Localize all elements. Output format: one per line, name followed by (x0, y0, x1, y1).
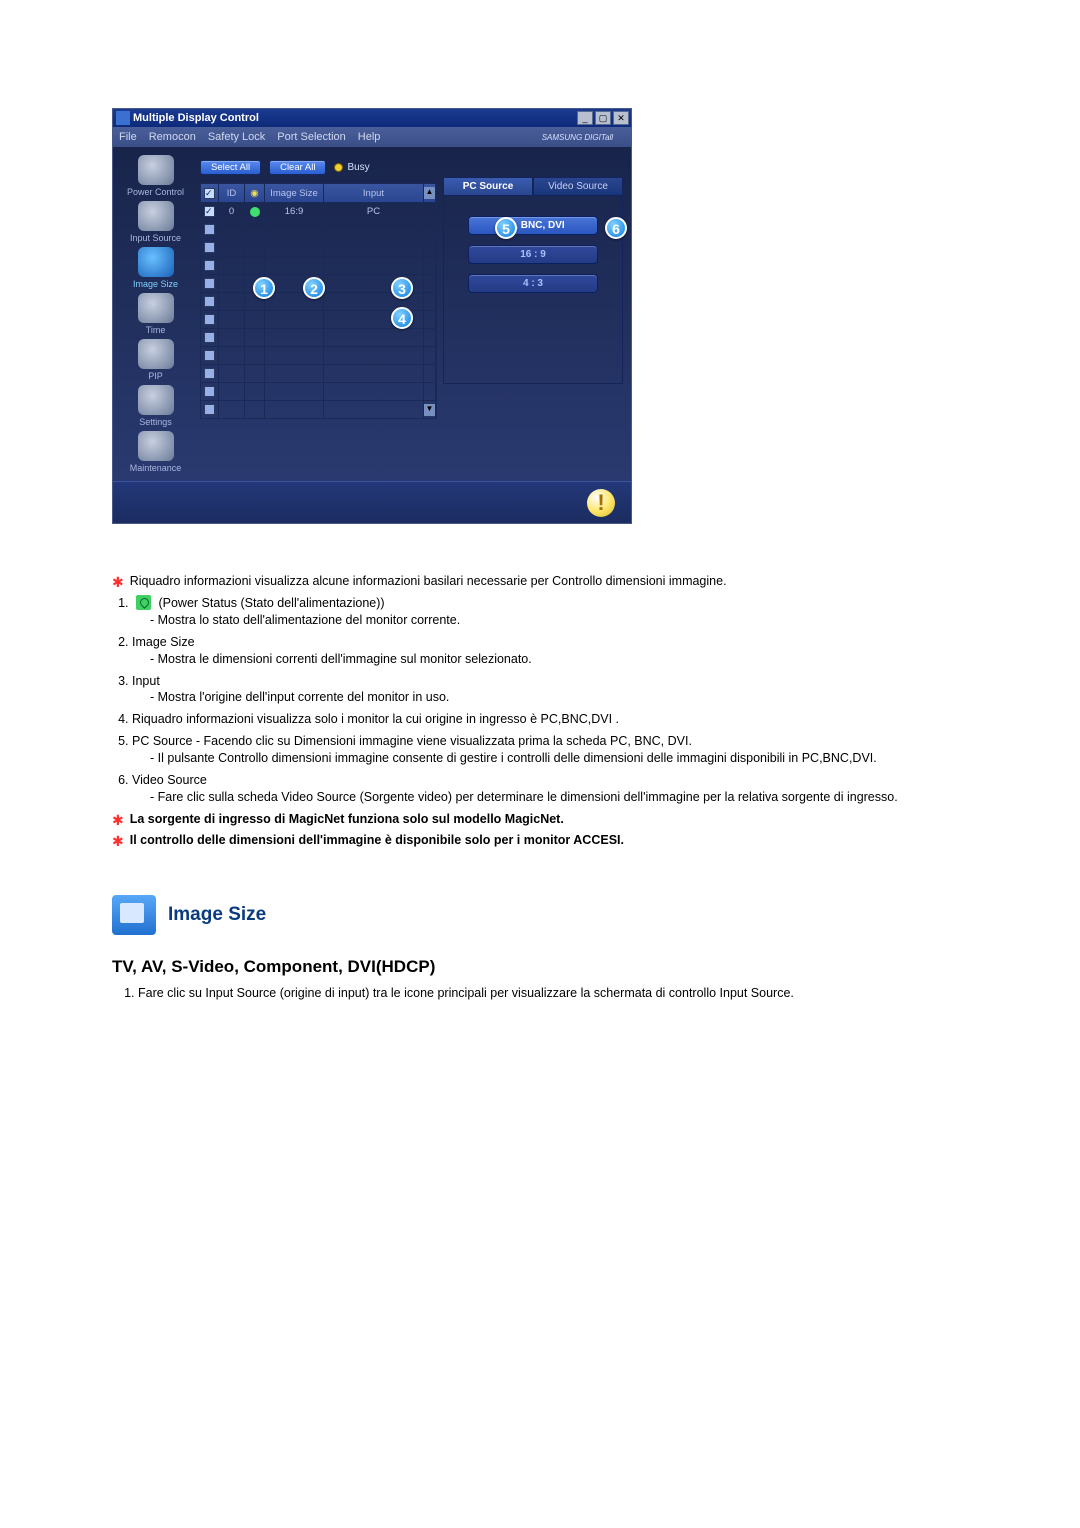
table-row (200, 329, 437, 347)
row-input: PC (324, 203, 424, 220)
row-status-icon (245, 203, 265, 220)
menu-portselection[interactable]: Port Selection (277, 131, 345, 143)
menu-file[interactable]: File (119, 131, 137, 143)
warning-icon: ! (587, 489, 615, 517)
pc-source-panel: PC, BNC, DVI 16 : 9 4 : 3 (443, 196, 623, 384)
marker-1: 1 (253, 277, 275, 299)
tab-video-source[interactable]: Video Source (533, 177, 623, 196)
marker-6: 6 (605, 217, 627, 239)
pip-icon (138, 339, 174, 369)
sidebar-item-time[interactable]: Time (120, 293, 192, 335)
sidebar-item-maintenance[interactable]: Maintenance (120, 431, 192, 473)
pill-16-9[interactable]: 16 : 9 (468, 245, 598, 264)
list-item: (Power Status (Stato dell'alimentazione)… (132, 595, 1010, 629)
select-all-button[interactable]: Select All (200, 160, 261, 175)
note-intro: ✱ Riquadro informazioni visualizza alcun… (112, 574, 1010, 592)
window-title: Multiple Display Control (133, 112, 577, 124)
marker-3: 3 (391, 277, 413, 299)
numbered-list-2: Fare clic su Input Source (origine di in… (112, 985, 1010, 1003)
pill-4-3[interactable]: 4 : 3 (468, 274, 598, 293)
brand-label: SAMSUNG DIGITall (542, 133, 613, 142)
list-item: Riquadro informazioni visualizza solo i … (132, 711, 1010, 728)
tab-pc-source[interactable]: PC Source (443, 177, 533, 196)
status-bar: ! (113, 481, 631, 523)
scroll-down-button[interactable]: ▼ (424, 401, 436, 418)
header-image-size: Image Size (265, 184, 324, 202)
row-checkbox[interactable] (204, 206, 215, 217)
table-row: ▼ (200, 401, 437, 419)
app-icon (116, 111, 130, 125)
list-item: PC Source - Facendo clic su Dimensioni i… (132, 733, 1010, 767)
section-subtitle: TV, AV, S-Video, Component, DVI(HDCP) (112, 957, 1010, 977)
sidebar-item-image-size[interactable]: Image Size (120, 247, 192, 289)
table-row (200, 221, 437, 239)
time-icon (138, 293, 174, 323)
pill-header[interactable]: PC, BNC, DVI (468, 216, 598, 235)
list-item: Image Size Mostra le dimensioni correnti… (132, 634, 1010, 668)
list-item: Input Mostra l'origine dell'input corren… (132, 673, 1010, 707)
row-id: 0 (219, 203, 245, 220)
busy-indicator: Busy (334, 162, 369, 173)
numbered-list: (Power Status (Stato dell'alimentazione)… (112, 595, 1010, 806)
power-status-icon (136, 595, 151, 610)
sidebar-item-pip[interactable]: PIP (120, 339, 192, 381)
star-icon: ✱ (112, 811, 124, 829)
marker-4: 4 (391, 307, 413, 329)
section-title: Image Size (168, 904, 266, 926)
clear-all-button[interactable]: Clear All (269, 160, 326, 175)
menu-safetylock[interactable]: Safety Lock (208, 131, 265, 143)
section-header: Image Size (112, 895, 1010, 935)
close-button[interactable]: ✕ (613, 111, 629, 125)
row-image-size: 16:9 (265, 203, 324, 220)
titlebar: Multiple Display Control _ ▢ ✕ (113, 109, 631, 127)
sidebar-item-settings[interactable]: Settings (120, 385, 192, 427)
marker-5: 5 (495, 217, 517, 239)
header-checkbox[interactable] (201, 184, 219, 202)
menu-help[interactable]: Help (358, 131, 381, 143)
table-row (200, 365, 437, 383)
table-row (200, 257, 437, 275)
busy-dot-icon (334, 163, 343, 172)
header-id: ID (219, 184, 245, 202)
grid-header: ID ◉ Image Size Input ▲ (200, 183, 437, 203)
mdc-window: Multiple Display Control _ ▢ ✕ File Remo… (112, 108, 632, 524)
list-item: Video Source Fare clic sulla scheda Vide… (132, 772, 1010, 806)
note-bold-2: ✱ Il controllo delle dimensioni dell'imm… (112, 833, 1010, 851)
power-icon (138, 155, 174, 185)
note-bold-1: ✱ La sorgente di ingresso di MagicNet fu… (112, 812, 1010, 830)
image-size-icon (138, 247, 174, 277)
settings-icon (138, 385, 174, 415)
sidebar-item-input-source[interactable]: Input Source (120, 201, 192, 243)
list-item: Fare clic su Input Source (origine di in… (138, 985, 1010, 1003)
table-row (200, 383, 437, 401)
scroll-up-button[interactable]: ▲ (424, 184, 436, 202)
header-input: Input (324, 184, 424, 202)
image-size-section-icon (112, 895, 156, 935)
header-status-icon: ◉ (245, 184, 265, 202)
table-row (200, 347, 437, 365)
menubar: File Remocon Safety Lock Port Selection … (113, 127, 631, 147)
marker-2: 2 (303, 277, 325, 299)
menu-remocon[interactable]: Remocon (149, 131, 196, 143)
table-row[interactable]: 0 16:9 PC (200, 203, 437, 221)
input-source-icon (138, 201, 174, 231)
star-icon: ✱ (112, 573, 124, 591)
sidebar-item-power-control[interactable]: Power Control (120, 155, 192, 197)
star-icon: ✱ (112, 832, 124, 850)
maximize-button[interactable]: ▢ (595, 111, 611, 125)
minimize-button[interactable]: _ (577, 111, 593, 125)
maintenance-icon (138, 431, 174, 461)
table-row (200, 239, 437, 257)
